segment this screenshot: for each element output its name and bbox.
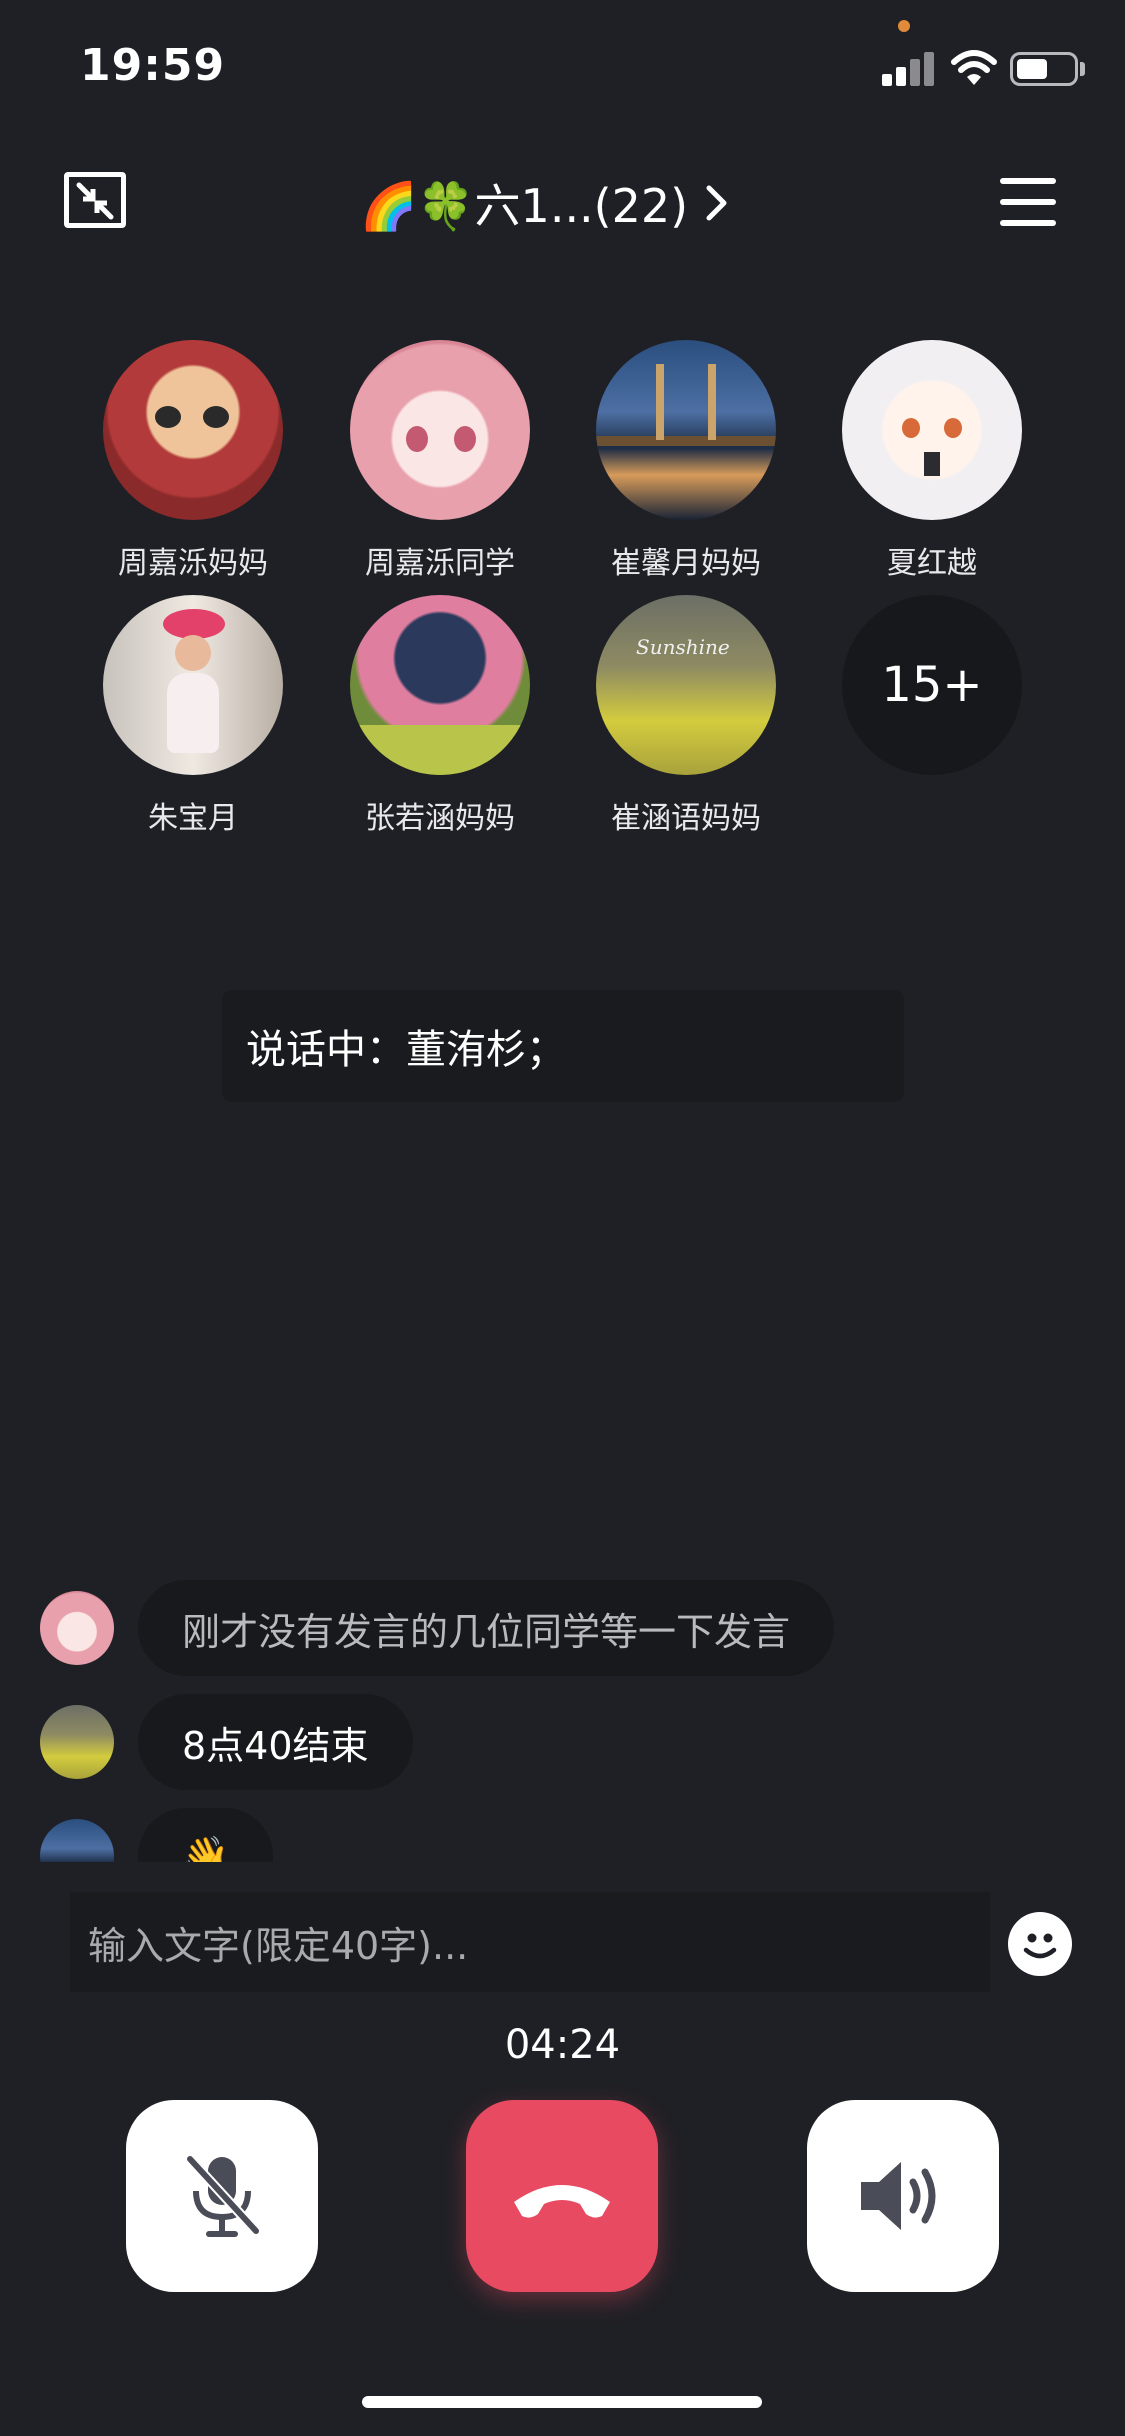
- more-participants-count: 15+: [842, 595, 1022, 775]
- status-time: 19:59: [80, 40, 226, 91]
- participant-name: 周嘉泺同学: [365, 546, 515, 581]
- chat-message-list: 刚才没有发言的几位同学等一下发言 8点40结束 👋: [0, 1580, 1125, 1862]
- participant[interactable]: 张若涵妈妈: [340, 595, 540, 837]
- more-participants-button[interactable]: 15+: [832, 595, 1032, 775]
- avatar: [40, 1819, 114, 1862]
- participant[interactable]: 周嘉泺同学: [340, 340, 540, 582]
- avatar: [40, 1705, 114, 1779]
- group-title-text: 🌈🍀六1...(22): [360, 179, 689, 233]
- wifi-icon: [951, 50, 997, 85]
- speaker-icon: [861, 2162, 936, 2230]
- avatar: [103, 595, 283, 775]
- participant-name: 崔馨月妈妈: [611, 546, 761, 581]
- avatar: Sunshine: [596, 595, 776, 775]
- menu-icon[interactable]: [1000, 178, 1056, 226]
- avatar: [350, 340, 530, 520]
- participant[interactable]: 周嘉泺妈妈: [93, 340, 293, 582]
- participant-name: 朱宝月: [148, 801, 238, 836]
- participant-name: 张若涵妈妈: [365, 801, 515, 836]
- avatar: [40, 1591, 114, 1665]
- hangup-icon: [514, 2185, 610, 2218]
- chat-message: 8点40结束: [40, 1694, 413, 1790]
- chevron-right-icon: [706, 185, 727, 221]
- cellular-signal-icon: [882, 50, 934, 86]
- participant[interactable]: 崔馨月妈妈: [586, 340, 786, 582]
- speaking-indicator: 说话中：董洧杉；: [222, 990, 904, 1102]
- participant-name: 周嘉泺妈妈: [118, 546, 268, 581]
- participant-name: 夏红越: [887, 546, 977, 581]
- mute-button[interactable]: [126, 2100, 318, 2292]
- participant-name: 崔涵语妈妈: [611, 801, 761, 836]
- battery-cap: [1080, 62, 1085, 76]
- message-bubble: 👋: [138, 1808, 274, 1862]
- smiley-icon: [1023, 1933, 1057, 1959]
- mic-muted-icon: [185, 2154, 261, 2237]
- avatar: [103, 340, 283, 520]
- avatar: [842, 340, 1022, 520]
- speaker-button[interactable]: [807, 2100, 999, 2292]
- status-bar: 19:59: [0, 0, 1125, 135]
- participant[interactable]: Sunshine 崔涵语妈妈: [586, 595, 786, 837]
- minimize-icon: [76, 182, 114, 220]
- hangup-button[interactable]: [466, 2100, 658, 2292]
- avatar-caption: Sunshine: [636, 635, 730, 659]
- participant[interactable]: 夏红越: [832, 340, 1032, 582]
- avatar: [596, 340, 776, 520]
- privacy-indicator-dot: [898, 20, 910, 32]
- minimize-button[interactable]: [64, 172, 126, 228]
- message-input[interactable]: 输入文字(限定40字)...: [70, 1892, 990, 1992]
- chat-message: 👋: [40, 1808, 274, 1862]
- message-bubble: 8点40结束: [138, 1694, 413, 1790]
- emoji-button[interactable]: [1008, 1912, 1072, 1976]
- battery-icon: [1010, 52, 1078, 86]
- group-title[interactable]: 🌈🍀六1...(22): [360, 168, 728, 238]
- participant[interactable]: 朱宝月: [93, 595, 293, 837]
- avatar: [350, 595, 530, 775]
- call-timer: 04:24: [504, 2022, 621, 2068]
- message-bubble: 刚才没有发言的几位同学等一下发言: [138, 1580, 835, 1676]
- chat-message: 刚才没有发言的几位同学等一下发言: [40, 1580, 835, 1676]
- home-indicator[interactable]: [362, 2396, 762, 2408]
